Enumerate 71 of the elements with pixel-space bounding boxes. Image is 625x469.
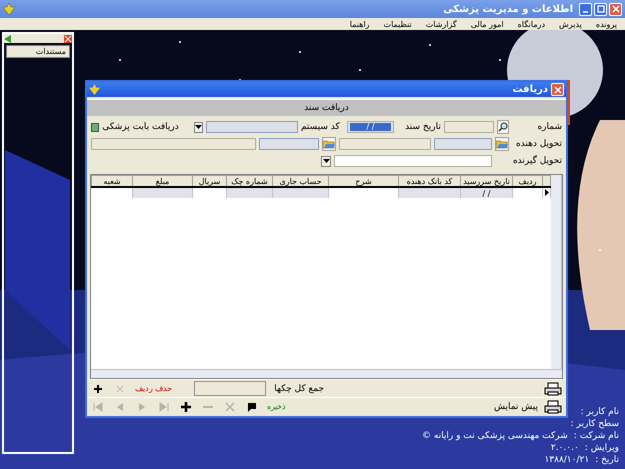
plus-icon[interactable] bbox=[179, 400, 193, 414]
column-header[interactable]: سریال bbox=[192, 176, 226, 187]
close-icon[interactable] bbox=[64, 34, 72, 42]
field-label: شماره bbox=[536, 121, 562, 134]
dropdown-button[interactable] bbox=[194, 122, 203, 132]
checkbox-label: دریافت بابت پزشکی bbox=[102, 122, 179, 132]
total-label: جمع کل چکها bbox=[274, 384, 324, 394]
side-panel-title: مستندات bbox=[6, 45, 70, 58]
delete-row-button[interactable]: حذف ردیف bbox=[135, 382, 172, 396]
folder-button[interactable] bbox=[322, 137, 336, 151]
menu-item[interactable]: درمانگاه bbox=[518, 20, 546, 28]
system-code-field[interactable] bbox=[206, 121, 298, 133]
minimize-button[interactable] bbox=[579, 2, 592, 16]
info-label: ویرایش : bbox=[584, 443, 619, 453]
app-icon bbox=[89, 84, 100, 95]
back-arrow-icon[interactable] bbox=[4, 34, 12, 42]
window-title: اطلاعات و مدیریت پزشکی bbox=[443, 4, 573, 14]
save-button[interactable]: ذخیره bbox=[267, 400, 286, 414]
info-value: شرکت مهندسی پزشکی نت و رایانه © bbox=[422, 431, 568, 441]
column-header[interactable]: مبلغ bbox=[132, 176, 192, 187]
column-header[interactable]: حساب جاری bbox=[272, 176, 328, 187]
field-label: تاریخ سند bbox=[404, 122, 441, 132]
maximize-icon bbox=[596, 5, 604, 13]
caret-icon bbox=[322, 159, 330, 163]
close-icon bbox=[554, 86, 562, 94]
form-header: دریافت سند bbox=[87, 99, 566, 116]
horizontal-scrollbar[interactable] bbox=[91, 369, 562, 378]
giver-name-field[interactable] bbox=[339, 138, 431, 150]
menu-item[interactable]: تنظیمات bbox=[384, 20, 412, 28]
caret-icon bbox=[194, 125, 202, 129]
column-header[interactable]: ردیف bbox=[512, 176, 542, 187]
menu-item[interactable]: گزارشات bbox=[426, 20, 457, 28]
receiver-field[interactable] bbox=[334, 155, 492, 167]
menu-item[interactable]: پذیرش bbox=[559, 20, 582, 28]
dropdown-button[interactable] bbox=[321, 156, 331, 166]
account-code-field[interactable] bbox=[259, 138, 319, 150]
menu-item[interactable]: امور مالی bbox=[470, 20, 504, 28]
dialog-title: دریافت bbox=[512, 84, 548, 95]
date-field[interactable]: / / bbox=[346, 121, 394, 133]
info-value: ۲.۰.۰.۰ bbox=[550, 443, 579, 453]
info-label: تاریخ : bbox=[595, 455, 619, 465]
field-label: تحویل گیرنده bbox=[512, 154, 562, 168]
column-header[interactable]: کد بانک دهنده bbox=[398, 176, 460, 187]
plus-icon bbox=[93, 384, 103, 394]
giver-code-field[interactable] bbox=[434, 138, 492, 150]
info-label: نام کاربر : bbox=[580, 407, 619, 417]
printer-icon[interactable] bbox=[544, 400, 562, 414]
info-label: نام شرکت : bbox=[574, 431, 619, 441]
menu-item[interactable]: پرونده bbox=[596, 20, 617, 28]
app-icon bbox=[3, 3, 15, 15]
close-icon bbox=[612, 5, 620, 13]
field-label: تحویل دهنده bbox=[514, 138, 562, 151]
maximize-button[interactable] bbox=[594, 2, 607, 16]
info-label: سطح کاربر : bbox=[570, 419, 619, 429]
printer-icon[interactable] bbox=[544, 382, 562, 396]
close-button[interactable] bbox=[551, 83, 564, 96]
vertical-scrollbar[interactable] bbox=[551, 175, 562, 369]
number-field[interactable] bbox=[444, 121, 494, 133]
account-name-field[interactable] bbox=[91, 138, 256, 150]
column-header[interactable]: شعبه bbox=[92, 176, 132, 187]
cross-icon bbox=[115, 384, 125, 394]
checkbox[interactable] bbox=[91, 122, 100, 132]
close-button[interactable] bbox=[609, 2, 622, 16]
preview-label[interactable]: پیش نمایش bbox=[494, 402, 538, 412]
column-header[interactable]: شرح bbox=[328, 176, 398, 187]
field-label: کد سیستم bbox=[300, 122, 340, 132]
info-value: ۱۳۸۸/۱۰/۲۱ bbox=[544, 455, 590, 465]
search-button[interactable] bbox=[496, 120, 509, 134]
column-header[interactable]: تاریخ سررسید bbox=[460, 176, 512, 187]
menu-item[interactable]: راهنما bbox=[350, 20, 370, 28]
column-header[interactable]: شماره چک bbox=[226, 176, 272, 187]
